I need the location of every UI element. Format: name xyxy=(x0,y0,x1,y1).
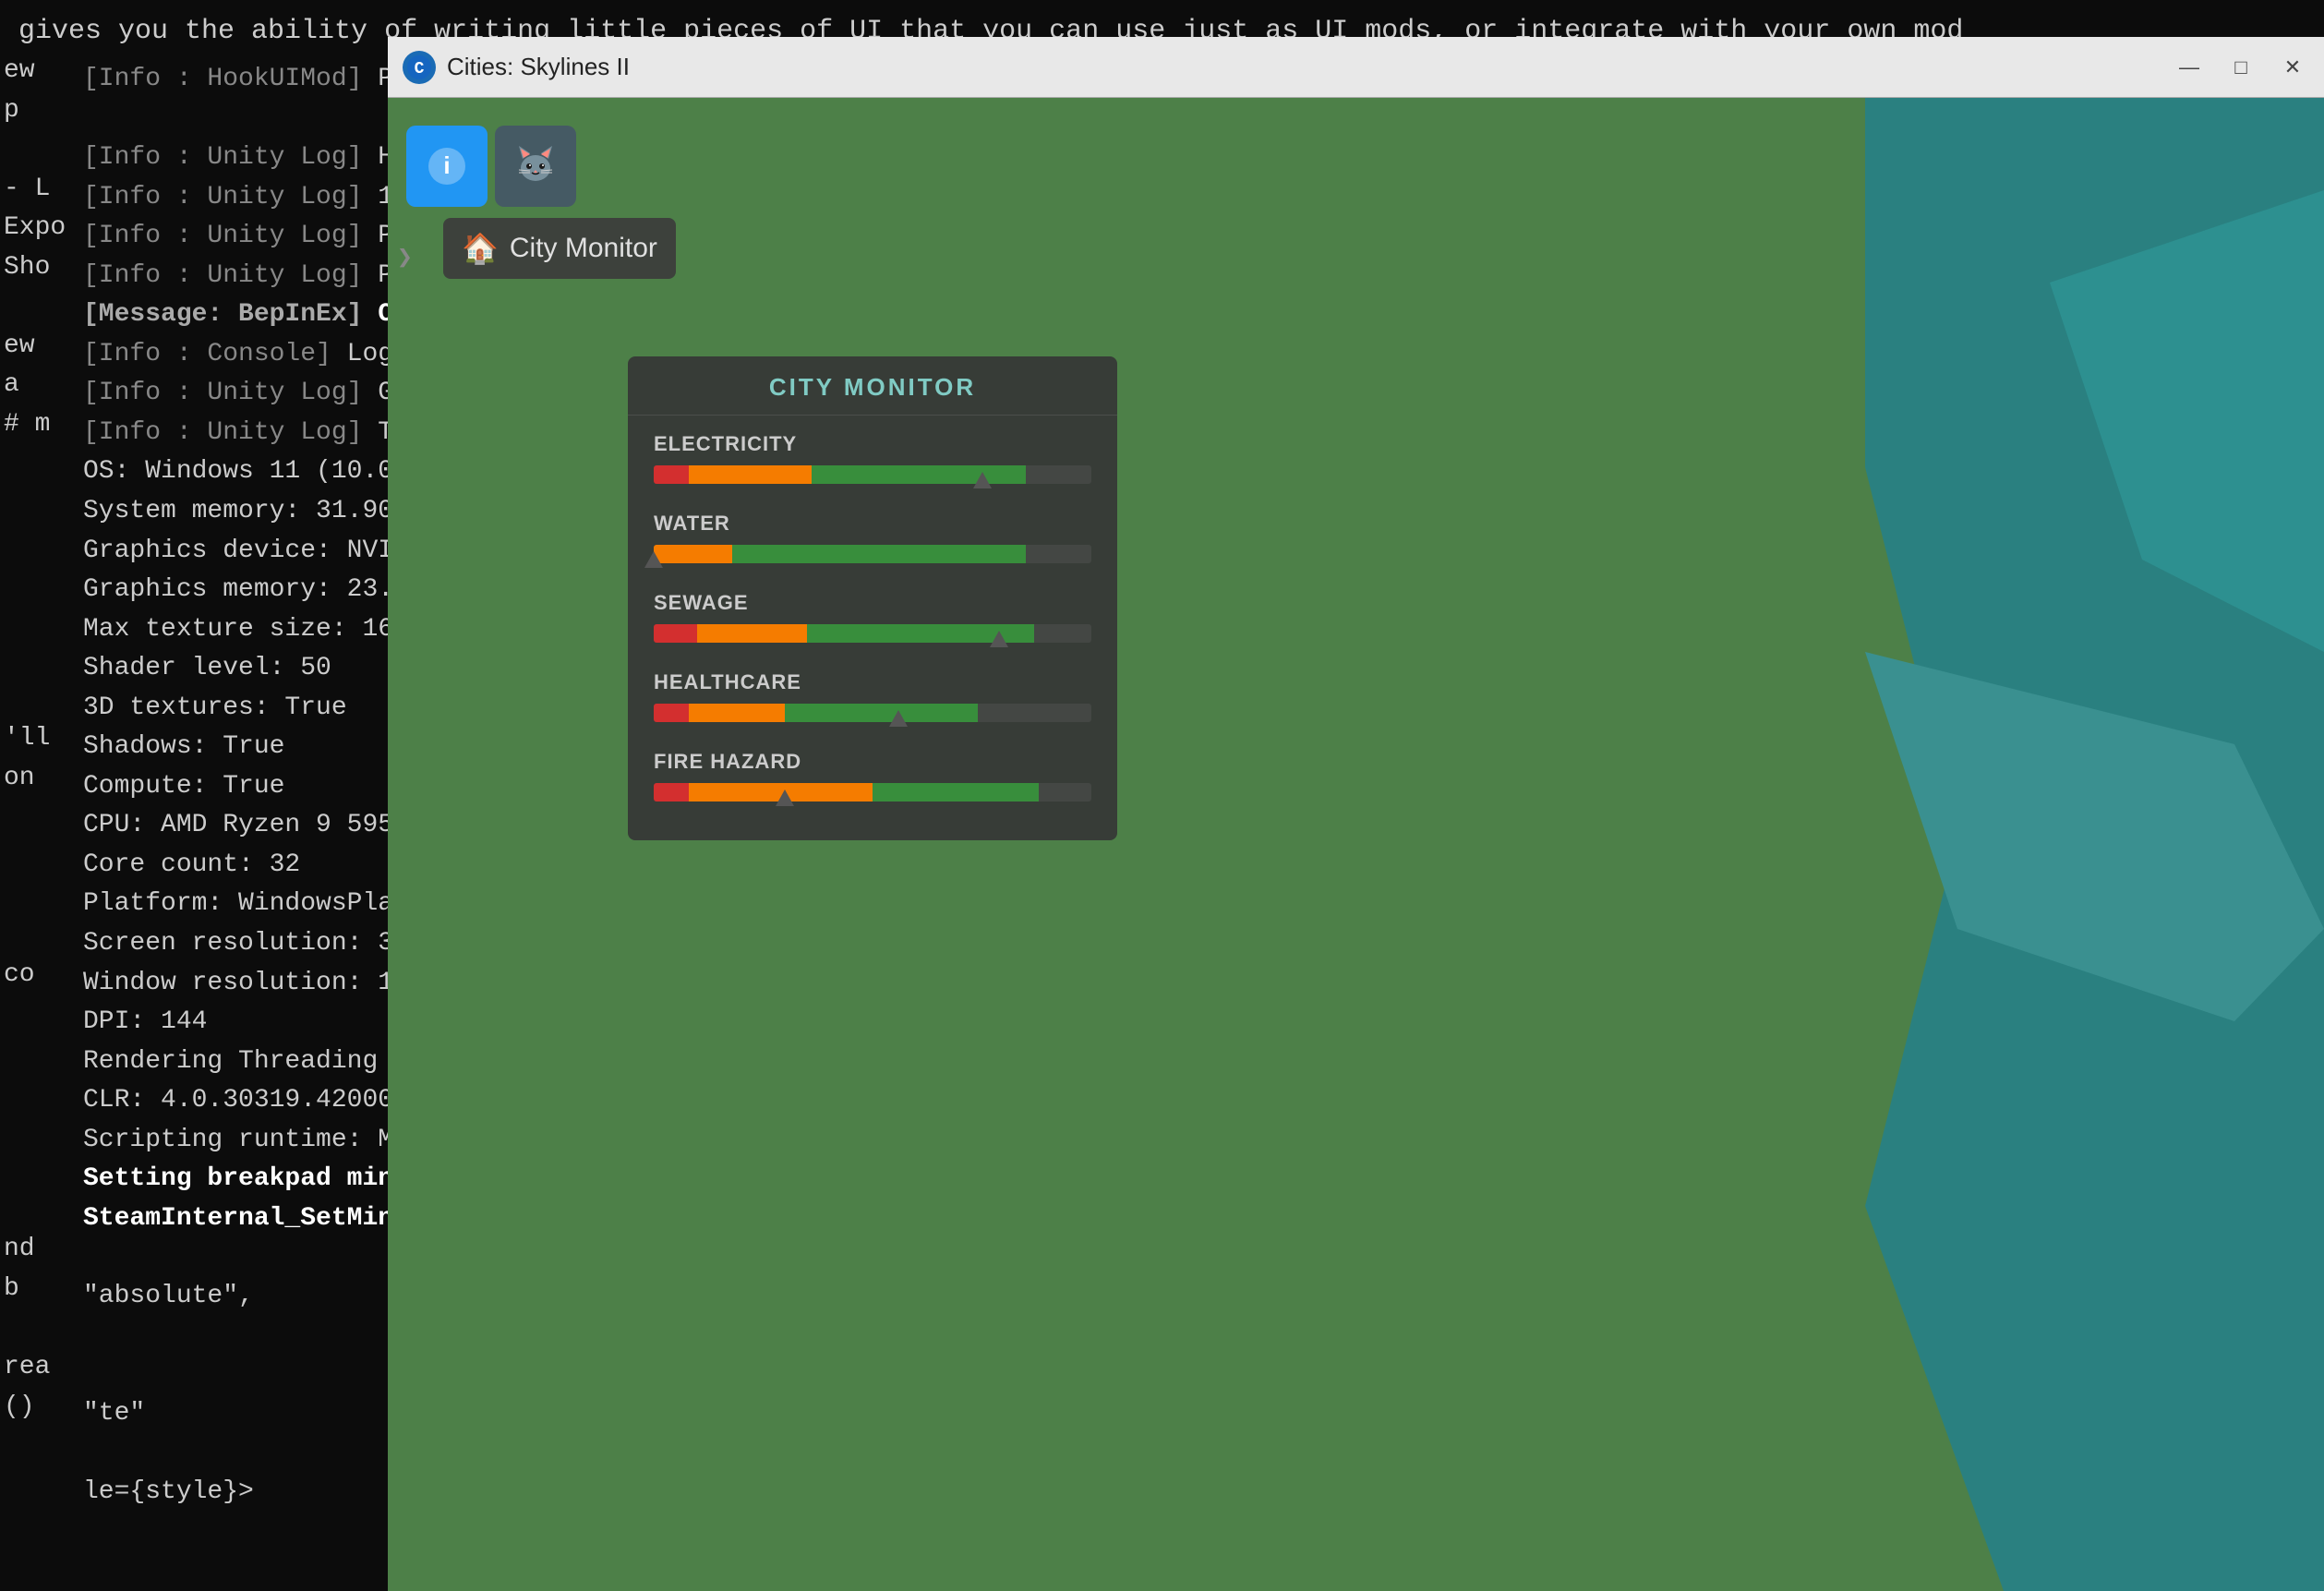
water-bar xyxy=(654,545,1091,563)
electricity-label: ELECTRICITY xyxy=(654,432,1091,456)
terminal-left-label: . xyxy=(4,1466,55,1506)
window-app-icon: C xyxy=(403,51,436,84)
fire-hazard-label: FIRE HAZARD xyxy=(654,750,1091,774)
sewage-row: SEWAGE xyxy=(628,574,1117,654)
game-window: C Cities: Skylines II — □ ✕ xyxy=(388,37,2324,1591)
svg-text:i: i xyxy=(443,151,450,179)
sewage-bar xyxy=(654,624,1091,643)
terminal-left-label: . xyxy=(4,1427,55,1466)
terminal-left-label: . xyxy=(4,444,55,484)
maximize-button[interactable]: □ xyxy=(2224,51,2258,84)
terminal-left-label: - L xyxy=(4,170,55,210)
game-toolbar: i xyxy=(406,126,576,207)
healthcare-row: HEALTHCARE xyxy=(628,654,1117,733)
panel-title: CITY MONITOR xyxy=(628,356,1117,416)
terminal-left-label: . xyxy=(4,876,55,916)
terminal-left-label: . xyxy=(4,524,55,563)
terminal-left-label: . xyxy=(4,1113,55,1152)
terminal-left-label: co xyxy=(4,956,55,995)
terminal-left-label: # m xyxy=(4,405,55,445)
terminal-left-label: . xyxy=(4,838,55,877)
terminal-left-label: . xyxy=(4,287,55,327)
terminal-left-label: Expo xyxy=(4,209,55,248)
minimize-button[interactable]: — xyxy=(2173,51,2206,84)
terminal-left-label: rea xyxy=(4,1348,55,1388)
nav-arrow[interactable]: ❯ xyxy=(397,241,413,273)
sewage-marker xyxy=(990,631,1008,647)
terminal-left-label: ew a xyxy=(4,327,55,405)
terminal-left-label: . xyxy=(4,641,55,681)
terminal-left-label: . xyxy=(4,1191,55,1231)
city-monitor-dropdown[interactable]: 🏠 City Monitor xyxy=(443,218,676,279)
terminal-left-label: . xyxy=(4,602,55,642)
info-toolbar-button[interactable]: i xyxy=(406,126,488,207)
fire-hazard-marker xyxy=(776,789,794,806)
healthcare-label: HEALTHCARE xyxy=(654,670,1091,694)
water-label: WATER xyxy=(654,512,1091,536)
terminal-left-label: () xyxy=(4,1388,55,1428)
terminal-left-label: . xyxy=(4,562,55,602)
electricity-row: ELECTRICITY xyxy=(628,416,1117,495)
healthcare-bar xyxy=(654,704,1091,722)
terminal-left-label: . xyxy=(4,681,55,720)
terminal-left-label: . xyxy=(4,1584,55,1591)
terminal-left-label: nd b xyxy=(4,1230,55,1308)
city-monitor-label: City Monitor xyxy=(510,233,657,264)
electricity-marker xyxy=(973,472,992,488)
terminal-left-label: . xyxy=(4,1505,55,1545)
fire-hazard-bar xyxy=(654,783,1091,802)
terminal-left-label: . xyxy=(4,798,55,838)
svg-text:C: C xyxy=(415,60,425,78)
close-button[interactable]: ✕ xyxy=(2276,51,2309,84)
terminal-left-label: . xyxy=(4,1545,55,1585)
water-row: WATER xyxy=(628,495,1117,574)
cat-toolbar-button[interactable] xyxy=(495,126,576,207)
sewage-label: SEWAGE xyxy=(654,591,1091,615)
terminal-left-label: . xyxy=(4,1034,55,1074)
terminal-left-label: . xyxy=(4,130,55,170)
fire-hazard-row: FIRE HAZARD xyxy=(628,733,1117,813)
window-controls: — □ ✕ xyxy=(2173,51,2309,84)
healthcare-marker xyxy=(889,710,908,727)
terminal-left-label: on xyxy=(4,759,55,799)
electricity-bar xyxy=(654,465,1091,484)
window-title: Cities: Skylines II xyxy=(447,53,2161,81)
terminal-left-label: . xyxy=(4,916,55,956)
terminal-left-label: . xyxy=(4,1073,55,1113)
terminal-left-label: . xyxy=(4,994,55,1034)
terminal-left-label: . xyxy=(4,1309,55,1349)
water-marker xyxy=(644,551,663,568)
terminal-left-label: . xyxy=(4,1151,55,1191)
house-icon: 🏠 xyxy=(462,231,499,266)
city-monitor-panel: CITY MONITOR ELECTRICITY WATER xyxy=(628,356,1117,840)
game-map: i xyxy=(388,98,2324,1591)
terminal-left-label: . xyxy=(4,484,55,524)
terminal-left-label: Sho xyxy=(4,248,55,288)
terminal-left-label: 'll xyxy=(4,719,55,759)
terminal-left-label: ew p xyxy=(4,52,55,130)
window-titlebar: C Cities: Skylines II — □ ✕ xyxy=(388,37,2324,98)
map-svg xyxy=(388,98,2324,1591)
